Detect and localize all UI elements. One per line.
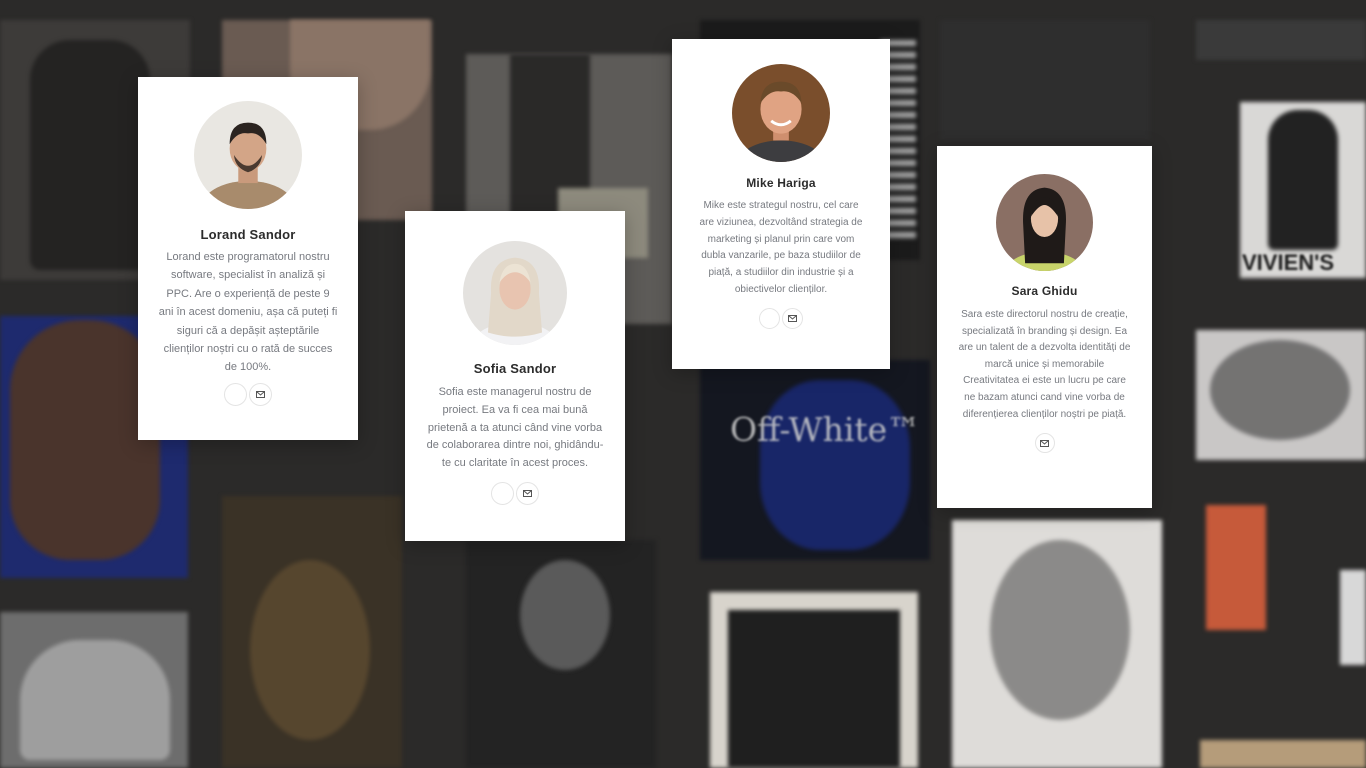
mail-icon bbox=[256, 390, 265, 398]
member-name: Sofia Sandor bbox=[473, 361, 557, 376]
member-name: Sara Ghidu bbox=[1011, 284, 1078, 298]
member-bio: Sofia este managerul nostru de proiect. … bbox=[426, 386, 604, 470]
member-bio: Mike este strategul nostru, cel care are… bbox=[699, 200, 863, 295]
contact-actions bbox=[759, 307, 803, 329]
social-link-button[interactable] bbox=[759, 307, 780, 329]
team-card-lorand: Lorand Sandor Lorand este programatorul … bbox=[138, 77, 358, 440]
team-card-sofia: Sofia Sandor Sofia este managerul nostru… bbox=[405, 211, 625, 541]
member-name: Mike Hariga bbox=[746, 176, 816, 190]
background-brand-text: VIVIEN'S bbox=[1242, 250, 1335, 275]
contact-actions bbox=[491, 481, 539, 505]
email-button[interactable] bbox=[249, 382, 272, 406]
email-button[interactable] bbox=[516, 481, 539, 505]
contact-actions bbox=[224, 382, 272, 406]
mail-icon bbox=[523, 489, 532, 497]
team-card-mike: Mike Hariga Mike este strategul nostru, … bbox=[672, 39, 890, 369]
avatar bbox=[996, 174, 1093, 271]
mail-icon bbox=[788, 314, 797, 322]
social-link-button[interactable] bbox=[224, 382, 247, 406]
avatar bbox=[463, 241, 567, 345]
member-bio: Lorand este programatorul nostru softwar… bbox=[158, 251, 338, 374]
contact-actions bbox=[1034, 433, 1055, 454]
mail-icon bbox=[1040, 439, 1049, 447]
social-link-button[interactable] bbox=[491, 481, 514, 505]
team-card-sara: Sara Ghidu Sara este directorul nostru d… bbox=[937, 146, 1152, 508]
background-brand-text: Off-White™ bbox=[730, 410, 921, 449]
avatar bbox=[732, 64, 830, 162]
email-button[interactable] bbox=[1034, 433, 1055, 454]
email-button[interactable] bbox=[782, 307, 803, 329]
member-name: Lorand Sandor bbox=[200, 227, 296, 242]
avatar bbox=[194, 101, 302, 209]
member-bio: Sara este directorul nostru de creație, … bbox=[958, 309, 1131, 420]
